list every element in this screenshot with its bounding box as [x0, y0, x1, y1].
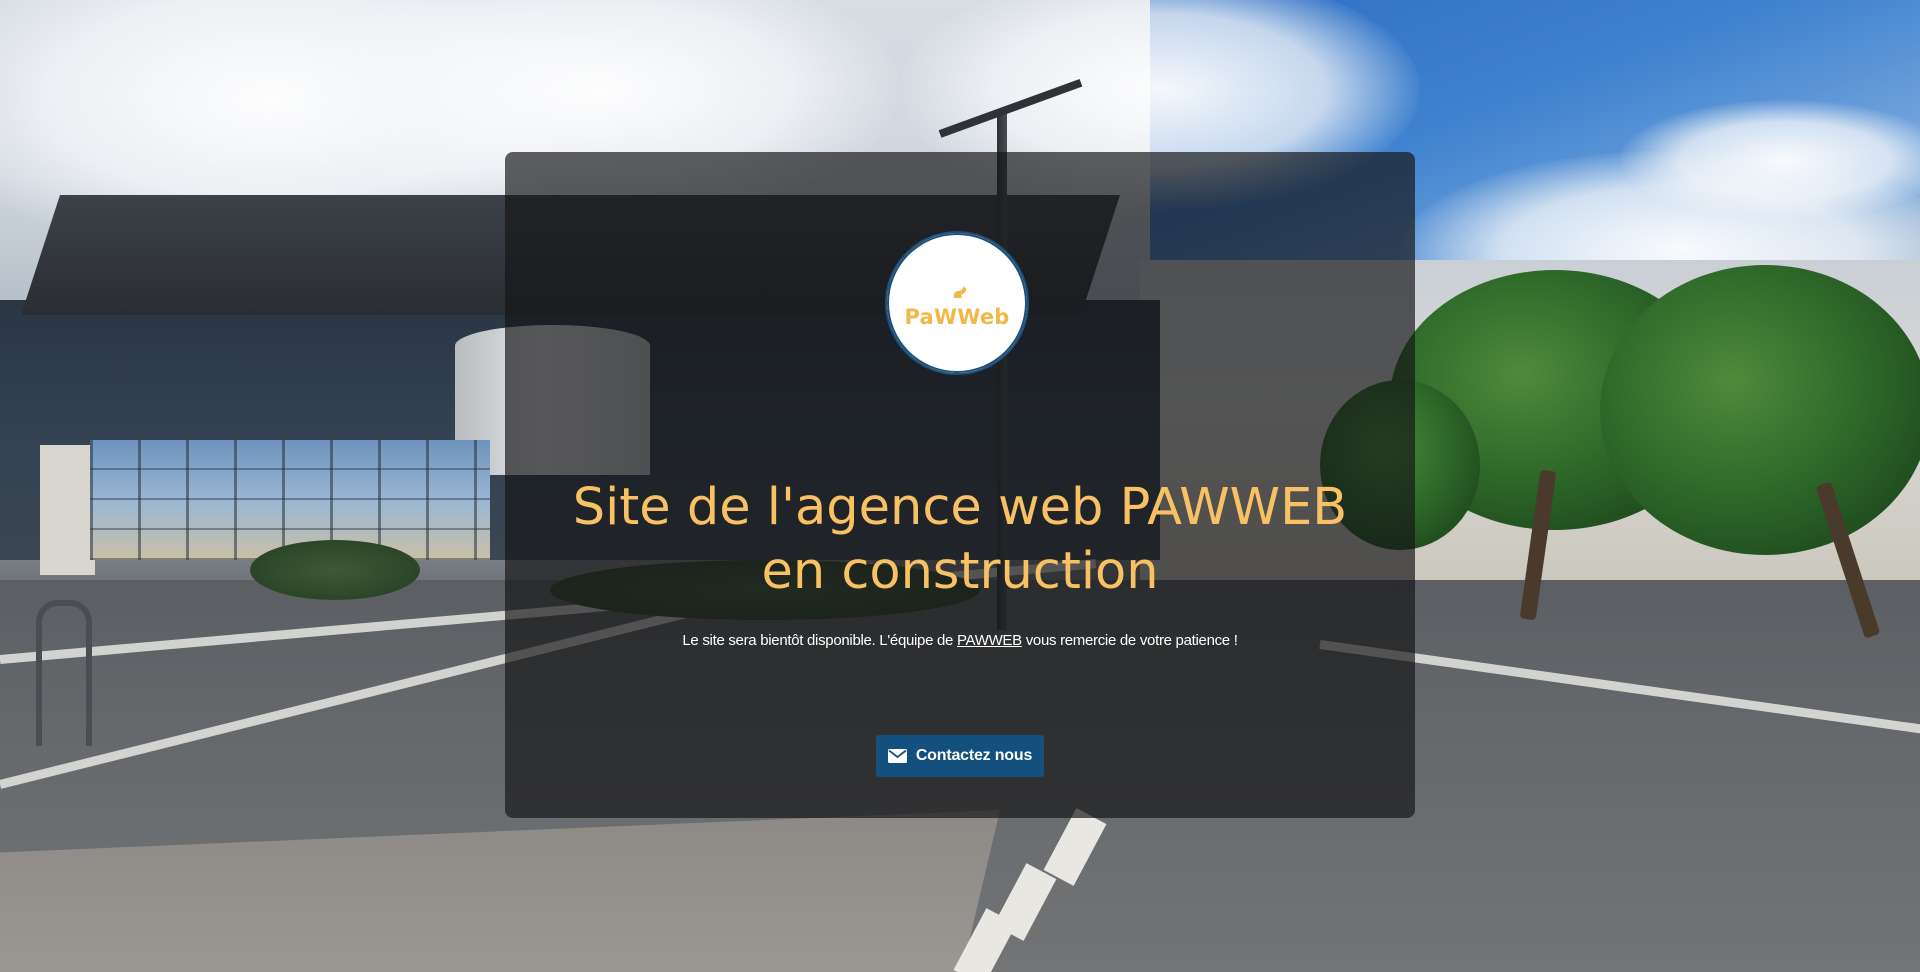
contact-button[interactable]: Contactez nous: [876, 735, 1044, 777]
hedge: [250, 540, 420, 600]
envelope-icon: [887, 749, 907, 763]
logo[interactable]: PaWWeb: [885, 231, 1029, 375]
logo-text: PaWWeb: [904, 305, 1010, 329]
construction-card: PaWWeb Site de l'agence web PAWWEB en co…: [505, 152, 1415, 818]
subtitle-text-end: vous remercie de votre patience !: [1021, 632, 1238, 649]
paw-cat-icon: [953, 286, 966, 298]
page-title-line-2: en construction: [761, 542, 1159, 601]
page-title: Site de l'agence web PAWWEB en construct…: [505, 476, 1415, 604]
bike-rack: [36, 600, 92, 746]
pawweb-link[interactable]: PAWWEB: [957, 632, 1022, 649]
subtitle: Le site sera bientôt disponible. L'équip…: [505, 632, 1415, 649]
pine-tree: [1600, 265, 1920, 555]
glass-facade: [90, 440, 490, 560]
page-title-line-1: Site de l'agence web PAWWEB: [572, 478, 1348, 537]
building-wall: [40, 445, 95, 575]
contact-button-label: Contactez nous: [915, 747, 1033, 764]
subtitle-text-start: Le site sera bientôt disponible. L'équip…: [682, 632, 957, 649]
